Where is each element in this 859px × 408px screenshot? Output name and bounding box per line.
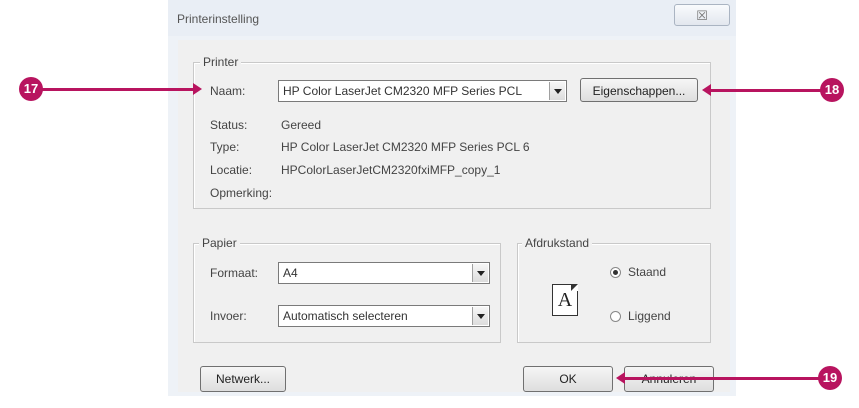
paper-group <box>193 243 501 343</box>
network-button[interactable]: Netwerk... <box>200 366 286 392</box>
portrait-label[interactable]: Staand <box>628 265 666 279</box>
callout-17-badge: 17 <box>19 77 43 101</box>
paper-size-select[interactable]: A4 <box>278 262 490 284</box>
callout-18-badge: 18 <box>820 78 844 102</box>
callout-17-line <box>42 88 194 91</box>
callout-19-line <box>624 377 820 380</box>
orientation-group <box>517 243 711 343</box>
printer-name-label: Naam: <box>210 84 246 98</box>
location-label: Locatie: <box>210 163 253 177</box>
printer-name-value: HP Color LaserJet CM2320 MFP Series PCL <box>283 84 522 98</box>
callout-18-line <box>710 89 822 92</box>
type-value: HP Color LaserJet CM2320 MFP Series PCL … <box>281 140 530 154</box>
dialog-title: Printerinstelling <box>177 12 260 26</box>
close-icon: ☒ <box>696 8 708 23</box>
comment-label: Opmerking: <box>210 186 273 200</box>
callout-19-badge: 19 <box>818 366 842 390</box>
type-label: Type: <box>210 140 240 154</box>
properties-button[interactable]: Eigenschappen... <box>580 78 698 102</box>
printer-group-legend: Printer <box>200 55 242 69</box>
paper-source-value: Automatisch selecteren <box>283 309 408 323</box>
landscape-radio[interactable] <box>610 311 621 322</box>
chevron-down-icon[interactable] <box>472 264 488 282</box>
location-value: HPColorLaserJetCM2320fxiMFP_copy_1 <box>281 163 501 177</box>
callout-17-arrowhead-icon <box>193 83 202 95</box>
orientation-group-legend: Afdrukstand <box>522 236 593 250</box>
close-button[interactable]: ☒ <box>674 4 730 26</box>
chevron-down-icon[interactable] <box>549 82 565 100</box>
page-orientation-icon: A <box>552 284 578 316</box>
paper-source-select[interactable]: Automatisch selecteren <box>278 305 490 327</box>
paper-size-label: Formaat: <box>210 266 259 280</box>
paper-group-legend: Papier <box>199 236 240 250</box>
chevron-down-icon[interactable] <box>472 307 488 325</box>
status-value: Gereed <box>281 118 322 132</box>
printer-name-select[interactable]: HP Color LaserJet CM2320 MFP Series PCL <box>278 80 567 102</box>
portrait-radio[interactable] <box>610 267 621 278</box>
paper-size-value: A4 <box>283 266 298 280</box>
ok-button[interactable]: OK <box>523 366 613 392</box>
landscape-label[interactable]: Liggend <box>628 309 671 323</box>
status-label: Status: <box>210 118 248 132</box>
paper-source-label: Invoer: <box>210 309 247 323</box>
